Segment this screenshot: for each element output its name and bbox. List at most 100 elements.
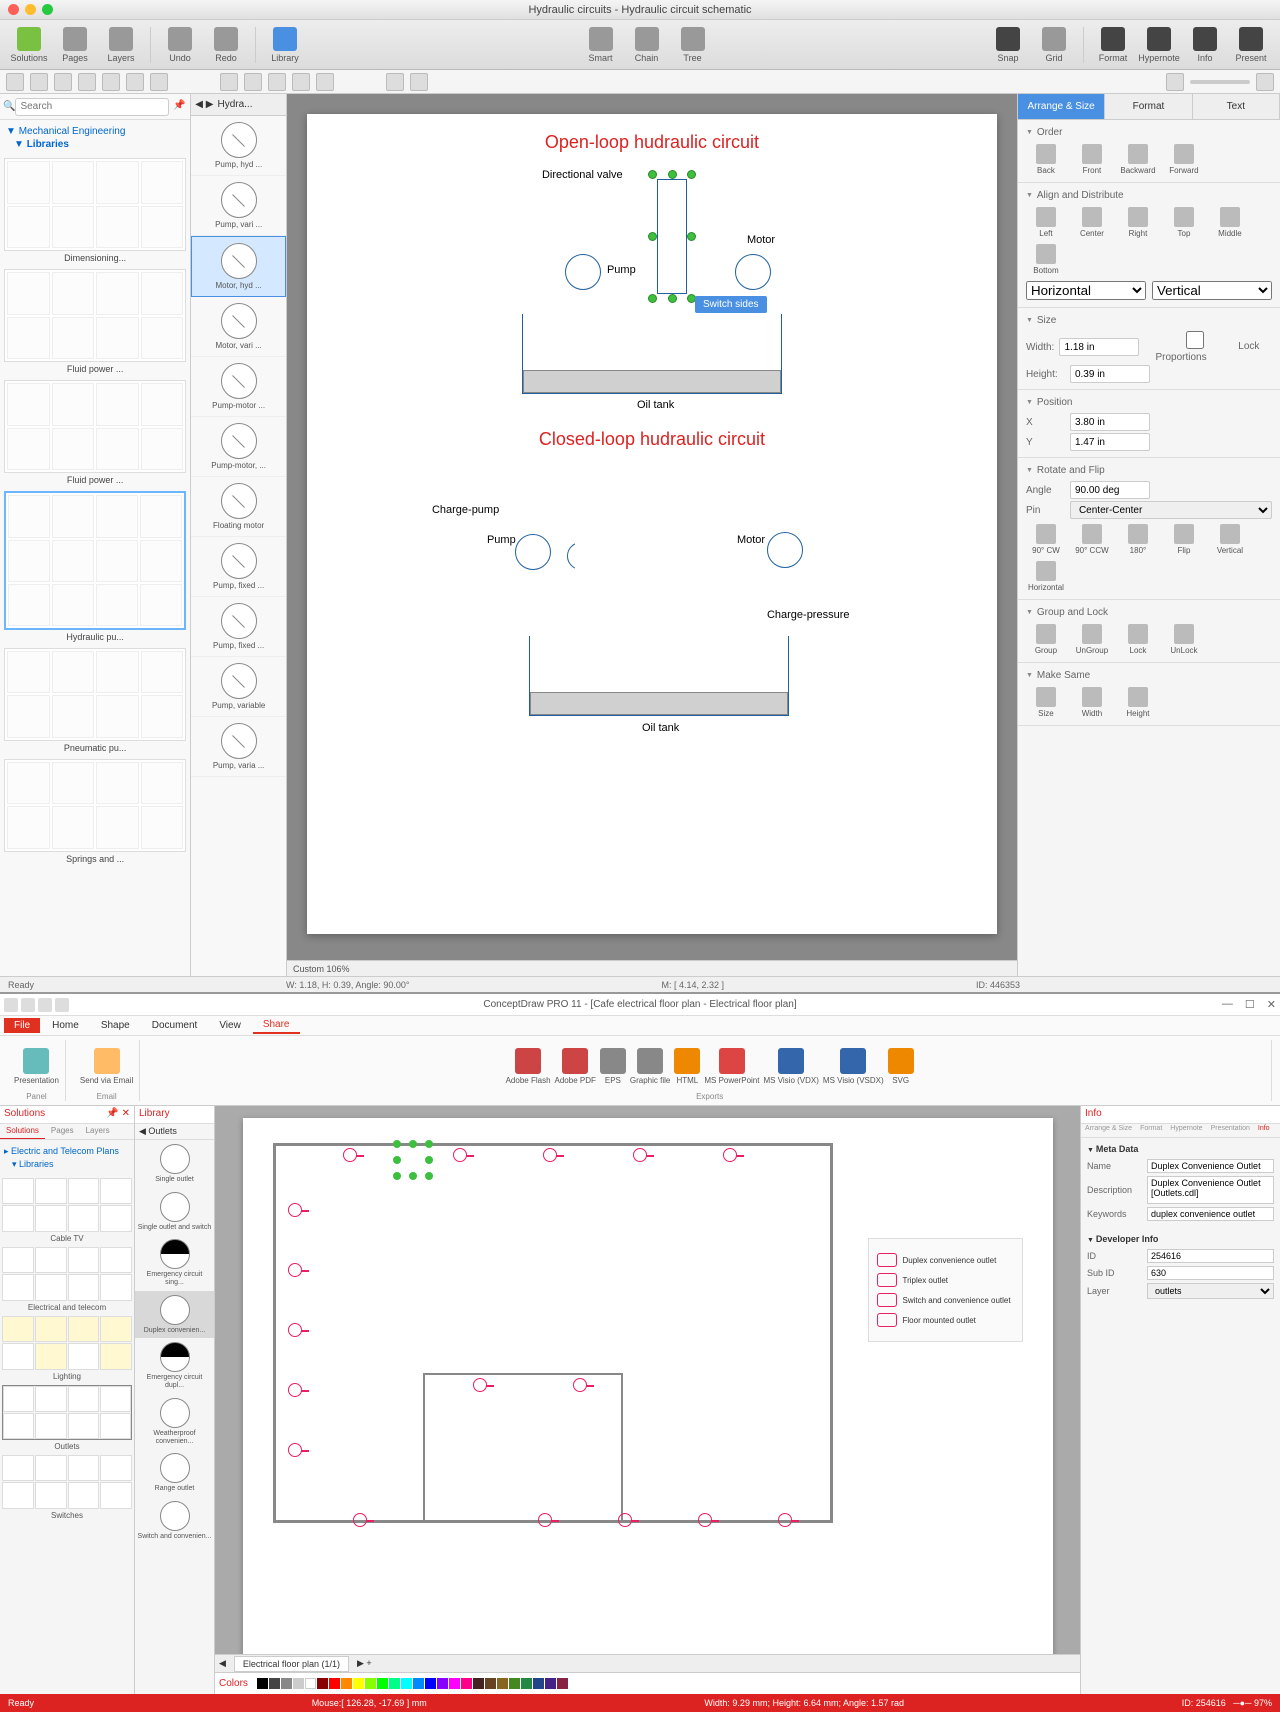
color-swatch[interactable] — [449, 1678, 460, 1689]
flip-h-button[interactable]: Horizontal — [1026, 561, 1066, 592]
layers-button[interactable]: Layers — [100, 24, 142, 66]
snap-button[interactable]: Snap — [987, 24, 1029, 66]
shape-pump-varia[interactable]: Pump, varia ... — [191, 717, 286, 777]
ellipse-tool[interactable] — [78, 73, 96, 91]
shape-pump-variable[interactable]: Pump, variable — [191, 657, 286, 717]
color-swatch[interactable] — [353, 1678, 364, 1689]
solutions-button[interactable]: Solutions — [8, 24, 50, 66]
shape-switch-conv[interactable]: Switch and convenien... — [135, 1497, 214, 1545]
tab-layers[interactable]: Layers — [80, 1124, 116, 1139]
minimize-icon[interactable]: — — [1222, 998, 1233, 1011]
align-center-button[interactable]: Center — [1072, 207, 1112, 238]
presentation-button[interactable]: Presentation — [14, 1048, 59, 1085]
shape-duplex[interactable]: Duplex convenien... — [135, 1291, 214, 1339]
section-metadata[interactable]: Meta Data — [1087, 1142, 1274, 1156]
color-swatch[interactable] — [509, 1678, 520, 1689]
align-top-button[interactable]: Top — [1164, 207, 1204, 238]
outlet[interactable] — [453, 1148, 467, 1162]
pages-button[interactable]: Pages — [54, 24, 96, 66]
undo-button[interactable]: Undo — [159, 24, 201, 66]
color-swatch[interactable] — [425, 1678, 436, 1689]
export-graphic-button[interactable]: Graphic file — [630, 1048, 670, 1085]
lib-switches[interactable] — [2, 1455, 132, 1509]
line-tool[interactable] — [30, 73, 48, 91]
connector-tool[interactable] — [220, 73, 238, 91]
outlet[interactable] — [573, 1378, 587, 1392]
pump-symbol[interactable] — [565, 254, 601, 290]
shape-range[interactable]: Range outlet — [135, 1449, 214, 1497]
selection-handles[interactable] — [652, 174, 692, 299]
canvas-page[interactable]: Open-loop hudraulic circuit Directional … — [307, 114, 997, 934]
tab-format-win[interactable]: Format — [1136, 1124, 1166, 1137]
distribute-tool[interactable] — [268, 73, 286, 91]
info-button[interactable]: Info — [1184, 24, 1226, 66]
redo-button[interactable]: Redo — [205, 24, 247, 66]
shape-pump-hyd[interactable]: Pump, hyd ... — [191, 116, 286, 176]
shape-pump-fixed[interactable]: Pump, fixed ... — [191, 537, 286, 597]
section-group[interactable]: Group and Lock — [1026, 604, 1272, 621]
qat-redo-icon[interactable] — [38, 998, 52, 1012]
menu-shape[interactable]: Shape — [91, 1018, 140, 1033]
tab-arrange-size[interactable]: Arrange & Size — [1081, 1124, 1136, 1137]
name-input[interactable] — [1147, 1159, 1274, 1173]
zoom-display[interactable]: Custom 106% — [293, 964, 350, 974]
color-swatch[interactable] — [461, 1678, 472, 1689]
zoom-in-tool[interactable] — [1256, 73, 1274, 91]
align-left-button[interactable]: Left — [1026, 207, 1066, 238]
win-canvas-page[interactable]: Duplex convenience outlet Triplex outlet… — [243, 1118, 1053, 1654]
section-order[interactable]: Order — [1026, 124, 1272, 141]
distribute-vert-select[interactable]: Vertical — [1152, 281, 1272, 300]
order-back-button[interactable]: Back — [1026, 144, 1066, 175]
shape-emergency-duplex[interactable]: Emergency circuit dupl... — [135, 1338, 214, 1393]
format-painter-tool[interactable] — [410, 73, 428, 91]
lib-hydraulic[interactable] — [4, 491, 186, 629]
outlet[interactable] — [288, 1263, 302, 1277]
close-icon[interactable] — [8, 4, 19, 15]
qat-save-icon[interactable] — [4, 998, 18, 1012]
outlet[interactable] — [618, 1513, 632, 1527]
shape-pump-motor[interactable]: Pump-motor ... — [191, 357, 286, 417]
pen-tool[interactable] — [126, 73, 144, 91]
lock-proportions-checkbox[interactable] — [1155, 331, 1235, 349]
color-swatch[interactable] — [365, 1678, 376, 1689]
color-swatch[interactable] — [545, 1678, 556, 1689]
page-tab[interactable]: Electrical floor plan (1/1) — [234, 1656, 349, 1672]
layer-select[interactable]: outlets — [1147, 1283, 1274, 1299]
export-ppt-button[interactable]: MS PowerPoint — [704, 1048, 759, 1085]
zoom-slider[interactable] — [1190, 80, 1250, 84]
outlet[interactable] — [288, 1203, 302, 1217]
lib-pneumatic[interactable] — [4, 648, 186, 741]
export-html-button[interactable]: HTML — [674, 1048, 700, 1085]
export-eps-button[interactable]: EPS — [600, 1048, 626, 1085]
present-button[interactable]: Present — [1230, 24, 1272, 66]
menu-view[interactable]: View — [209, 1018, 251, 1033]
canvas-viewport[interactable]: Open-loop hudraulic circuit Directional … — [287, 94, 1017, 960]
menu-file[interactable]: File — [4, 1018, 40, 1033]
align-middle-button[interactable]: Middle — [1210, 207, 1250, 238]
pin-icon[interactable]: 📌 ✕ — [106, 1108, 130, 1121]
tab-text[interactable]: Text — [1193, 94, 1280, 119]
color-swatch[interactable] — [257, 1678, 268, 1689]
motor-symbol-2[interactable] — [767, 532, 803, 568]
color-swatch[interactable] — [389, 1678, 400, 1689]
color-swatch[interactable] — [485, 1678, 496, 1689]
subid-input[interactable] — [1147, 1266, 1274, 1280]
distribute-horiz-select[interactable]: Horizontal — [1026, 281, 1146, 300]
export-svg-button[interactable]: SVG — [888, 1048, 914, 1085]
keywords-input[interactable] — [1147, 1207, 1274, 1221]
text-tool[interactable] — [150, 73, 168, 91]
flip-v-button[interactable]: Vertical — [1210, 524, 1250, 555]
page-nav-prev[interactable]: ◀ — [219, 1658, 226, 1669]
order-front-button[interactable]: Front — [1072, 144, 1112, 175]
lib-dimensioning[interactable] — [4, 158, 186, 251]
shape-single-outlet[interactable]: Single outlet — [135, 1140, 214, 1188]
grid-button[interactable]: Grid — [1033, 24, 1075, 66]
outlet[interactable] — [538, 1513, 552, 1527]
height-input[interactable] — [1070, 365, 1150, 383]
hypernote-button[interactable]: Hypernote — [1138, 24, 1180, 66]
same-height-button[interactable]: Height — [1118, 687, 1158, 718]
menu-share[interactable]: Share — [253, 1017, 300, 1034]
rotate-ccw-button[interactable]: 90° CCW — [1072, 524, 1112, 555]
menu-document[interactable]: Document — [142, 1018, 208, 1033]
library-category[interactable]: ◀ Outlets — [135, 1124, 214, 1140]
